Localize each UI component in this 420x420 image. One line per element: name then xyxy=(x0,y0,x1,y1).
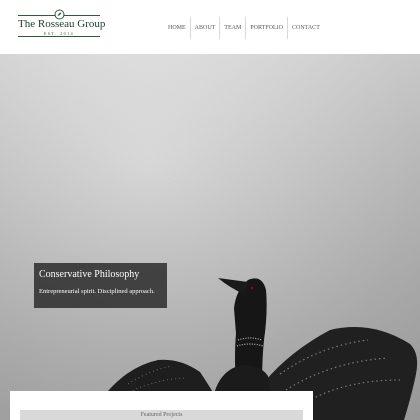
logo-rule-bottom xyxy=(18,36,100,37)
brand-established: EST. 2014 xyxy=(43,31,75,36)
brand-name: The Rosseau Group xyxy=(18,18,106,30)
brand-logo[interactable]: The Rosseau Group EST. 2014 xyxy=(18,9,106,39)
featured-projects-heading: Featured Projects xyxy=(20,410,303,420)
nav-item-team[interactable]: TEAM xyxy=(220,17,247,39)
nav-item-about[interactable]: ABOUT xyxy=(191,17,221,39)
hero-image xyxy=(0,54,420,420)
main-nav: HOME ABOUT TEAM PORTFOLIO CONTACT xyxy=(164,17,324,39)
nav-item-home[interactable]: HOME xyxy=(164,17,191,39)
nav-item-portfolio[interactable]: PORTFOLIO xyxy=(246,17,288,39)
hero-caption-title: Conservative Philosophy xyxy=(39,269,140,280)
hero-caption: Conservative Philosophy Entrepreneurial … xyxy=(34,263,167,308)
nav-item-contact[interactable]: CONTACT xyxy=(288,17,324,39)
site-header: The Rosseau Group EST. 2014 HOME ABOUT T… xyxy=(0,0,420,54)
content-card: Featured Projects xyxy=(10,391,313,420)
hero-caption-subtitle: Entrepreneurial spirit. Disciplined appr… xyxy=(39,288,155,295)
hero-banner: Conservative Philosophy Entrepreneurial … xyxy=(0,54,420,420)
